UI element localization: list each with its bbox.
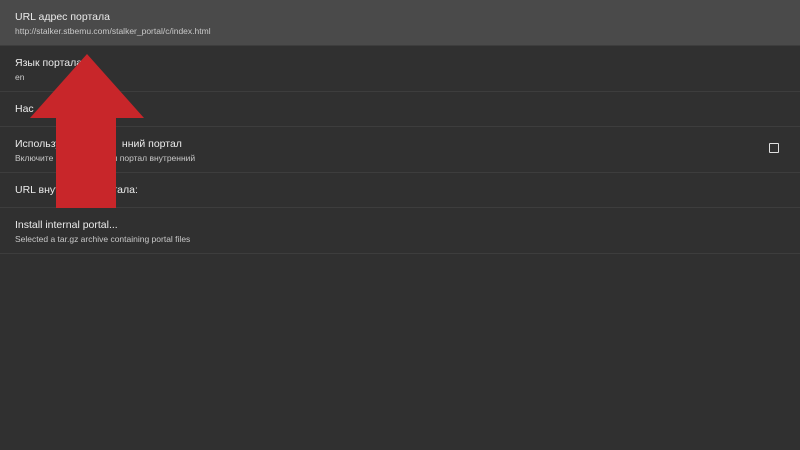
pref-use-internal-portal-summary: Включите или портал внутренний (15, 153, 196, 163)
pref-internal-portal-url[interactable]: URL внут тала: (0, 173, 800, 208)
pref-use-internal-portal-title: Использу нний портал (15, 138, 182, 150)
pref-settings[interactable]: Нас (0, 92, 800, 127)
pref-install-internal-portal-summary: Selected a tar.gz archive containing por… (15, 234, 191, 244)
pref-install-internal-portal-title: Install internal portal... (15, 219, 118, 231)
pref-portal-url-summary: http://stalker.stbemu.com/stalker_portal… (15, 26, 211, 36)
pref-portal-url[interactable]: URL адрес портала http://stalker.stbemu.… (0, 0, 800, 46)
pref-portal-language-summary: en (15, 72, 25, 82)
pref-internal-portal-url-title: URL внут тала: (15, 184, 138, 196)
settings-screen: URL адрес портала http://stalker.stbemu.… (0, 0, 800, 450)
pref-portal-url-title: URL адрес портала (15, 11, 110, 23)
pref-install-internal-portal[interactable]: Install internal portal... Selected a ta… (0, 208, 800, 254)
pref-portal-language[interactable]: Язык портала en (0, 46, 800, 92)
pref-portal-language-title: Язык портала (15, 57, 83, 69)
pref-settings-title: Нас (15, 103, 34, 115)
pref-use-internal-portal[interactable]: Использу нний портал Включите или портал… (0, 127, 800, 173)
use-internal-portal-checkbox[interactable] (769, 143, 779, 153)
